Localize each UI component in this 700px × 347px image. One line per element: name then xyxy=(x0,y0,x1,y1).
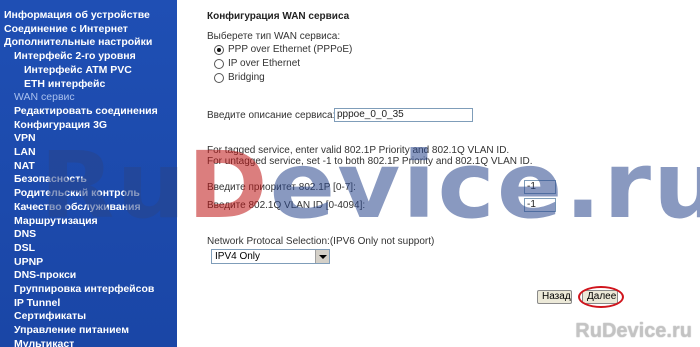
sidebar-item[interactable]: VPN xyxy=(14,132,36,145)
chevron-down-icon[interactable] xyxy=(315,250,329,263)
description-label: Введите описание сервиса: xyxy=(207,110,336,121)
sidebar-item[interactable]: NAT xyxy=(14,160,35,173)
sidebar-item[interactable]: Безопасность xyxy=(14,173,87,186)
sidebar-item[interactable]: DNS xyxy=(14,228,36,241)
sidebar-item[interactable]: Соединение с Интернет xyxy=(4,23,128,36)
sidebar-item[interactable]: LAN xyxy=(14,146,36,159)
sidebar-item[interactable]: Мультикаст xyxy=(14,338,74,347)
protocol-select-value: IPV4 Only xyxy=(215,251,261,262)
sidebar-item[interactable]: Интерфейс 2-го уровня xyxy=(14,50,136,63)
back-button[interactable]: Назад xyxy=(537,290,572,304)
sidebar-item[interactable]: IP Tunnel xyxy=(14,297,60,310)
vlan-id-input[interactable]: -1 xyxy=(524,198,556,212)
page-title: Конфигурация WAN сервиса xyxy=(207,11,350,22)
sidebar-nav: Информация об устройстве Соединение с Инт… xyxy=(0,0,177,347)
sidebar-item[interactable]: Интерфейс ATM PVC xyxy=(24,64,132,77)
sidebar-item[interactable]: Редактировать соединения xyxy=(14,105,158,118)
priority-label: Введите приоритет 802.1P [0-7]: xyxy=(207,182,356,193)
radio-bridging[interactable] xyxy=(214,73,224,83)
sidebar-item[interactable]: Качество обслуживания xyxy=(14,201,141,214)
sidebar-item[interactable]: Информация об устройстве xyxy=(4,9,150,22)
radio-pppoe[interactable] xyxy=(214,45,224,55)
sidebar-item[interactable]: ETH интерфейс xyxy=(24,78,105,91)
radio-ipoe-label: IP over Ethernet xyxy=(228,58,301,69)
sidebar-item[interactable]: Сертификаты xyxy=(14,310,86,323)
protocol-label: Network Protocal Selection:(IPV6 Only no… xyxy=(207,236,435,247)
main-panel: Конфигурация WAN сервиса Выберете тип WA… xyxy=(177,0,700,347)
sidebar-item[interactable]: UPNP xyxy=(14,256,43,269)
sidebar-item[interactable]: Дополнительные настройки xyxy=(4,36,152,49)
vlan-note-tagged: For tagged service, enter valid 802.1P P… xyxy=(207,145,510,156)
sidebar-item[interactable]: Управление питанием xyxy=(14,324,129,337)
sidebar-item[interactable]: Группировка интерфейсов xyxy=(14,283,154,296)
service-type-prompt: Выберете тип WAN сервиса: xyxy=(207,31,341,42)
description-input[interactable]: pppoe_0_0_35 xyxy=(334,108,473,122)
radio-pppoe-label: PPP over Ethernet (PPPoE) xyxy=(228,44,353,55)
protocol-select[interactable]: IPV4 Only xyxy=(211,249,330,264)
radio-bridging-label: Bridging xyxy=(228,72,265,83)
sidebar-item[interactable]: WAN сервис xyxy=(14,91,75,104)
next-button-highlight xyxy=(578,286,624,308)
sidebar-item[interactable]: Родительский контроль xyxy=(14,187,140,200)
priority-input[interactable]: -1 xyxy=(524,180,556,194)
sidebar-item[interactable]: DSL xyxy=(14,242,35,255)
sidebar-item[interactable]: DNS-прокси xyxy=(14,269,76,282)
sidebar-item[interactable]: Маршрутизация xyxy=(14,215,98,228)
sidebar-item[interactable]: Конфигурация 3G xyxy=(14,119,107,132)
radio-ipoe[interactable] xyxy=(214,59,224,69)
vlan-id-label: Введите 802.1Q VLAN ID [0-4094]: xyxy=(207,200,366,211)
vlan-note-untagged: For untagged service, set -1 to both 802… xyxy=(207,156,533,167)
